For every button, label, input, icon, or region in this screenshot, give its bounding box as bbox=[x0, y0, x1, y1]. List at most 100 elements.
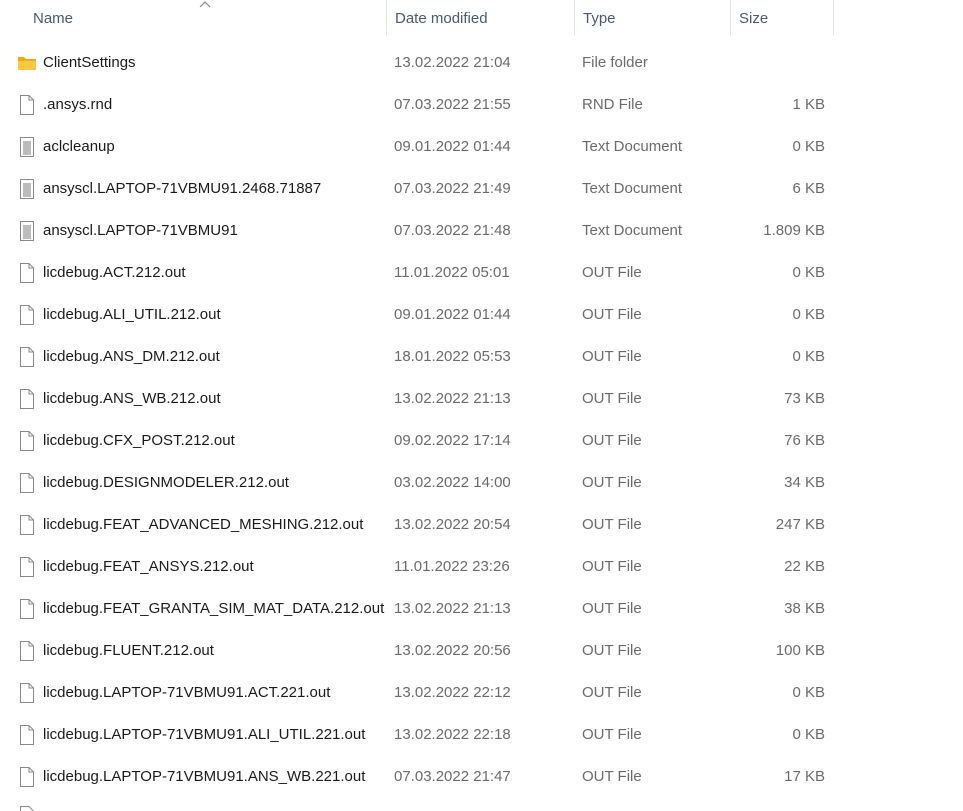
file-name[interactable]: licdebug.LAPTOP-71VBMU91.ACT.221.out bbox=[43, 672, 330, 714]
file-name[interactable]: aclcleanup bbox=[43, 126, 115, 168]
file-name[interactable]: ansyscl.LAPTOP-71VBMU91.2468.71887 bbox=[43, 168, 321, 210]
file-row[interactable]: aclcleanup 09.01.2022 01:44 Text Document 0… bbox=[0, 126, 963, 168]
file-row[interactable]: ansyscl.LAPTOP-71VBMU91.2468.71887 07.03.… bbox=[0, 168, 963, 210]
column-header-type[interactable]: Type bbox=[574, 0, 730, 36]
file-type: OUT File bbox=[582, 768, 642, 785]
file-size: 76 KB bbox=[784, 432, 825, 449]
file-name[interactable]: licdebug.FEAT_GRANTA_SIM_MAT_DATA.212.ou… bbox=[43, 588, 384, 630]
file-name[interactable]: licdebug.CFX_POST.212.out bbox=[43, 420, 235, 462]
file-name[interactable]: licdebug.DESIGNMODELER.212.out bbox=[43, 462, 289, 504]
file-name[interactable]: licdebug.ANS_DM.212.out bbox=[43, 336, 220, 378]
file-row[interactable]: licdebug.FEAT_GRANTA_SIM_MAT_DATA.212.ou… bbox=[0, 588, 963, 630]
file-name[interactable]: licdebug.LAPTOP-71VBMU91.ANS_WB.221.out bbox=[43, 756, 365, 798]
file-row[interactable]: licdebug.ANS_WB.212.out 13.02.2022 21:13 O… bbox=[0, 378, 963, 420]
file-size: 17 KB bbox=[784, 768, 825, 785]
file-date-modified: 07.03.2022 21:55 bbox=[394, 96, 511, 113]
file-icon bbox=[20, 725, 34, 745]
file-icon bbox=[20, 347, 34, 367]
file-type: OUT File bbox=[582, 726, 642, 743]
file-name[interactable]: .ansys.rnd bbox=[43, 84, 112, 126]
file-size: 0 KB bbox=[792, 726, 825, 743]
file-row[interactable]: ansyscl.LAPTOP-71VBMU91 07.03.2022 21:48 T… bbox=[0, 210, 963, 252]
file-size: 0 KB bbox=[792, 348, 825, 365]
file-icon bbox=[20, 305, 34, 325]
file-date-modified: 11.01.2022 05:01 bbox=[394, 264, 510, 281]
file-row[interactable]: ClientSettings 13.02.2022 21:04 File folde… bbox=[0, 42, 963, 84]
file-date-modified: 09.01.2022 01:44 bbox=[394, 138, 511, 155]
file-size: 0 KB bbox=[792, 684, 825, 701]
file-type: RND File bbox=[582, 96, 643, 113]
file-type: File folder bbox=[582, 54, 648, 71]
file-row[interactable]: licdebug.LAPTOP-71VBMU91.ALI_UTIL.221.ou… bbox=[0, 714, 963, 756]
file-name[interactable]: licdebug.FLUENT.212.out bbox=[43, 630, 214, 672]
file-size: 100 KB bbox=[775, 642, 825, 659]
file-row[interactable]: licdebug.FEAT_ADVANCED_MESHING.212.out 13… bbox=[0, 504, 963, 546]
file-icon bbox=[20, 641, 34, 661]
file-row[interactable]: licdebug.CFX_POST.212.out 09.02.2022 17:1… bbox=[0, 420, 963, 462]
file-name[interactable]: ClientSettings bbox=[43, 42, 136, 84]
file-name[interactable]: licdebug.ALI_UTIL.212.out bbox=[43, 294, 221, 336]
text-document-icon bbox=[20, 221, 34, 241]
file-icon bbox=[20, 263, 34, 283]
column-header-name[interactable]: Name bbox=[0, 0, 386, 36]
file-size: 0 KB bbox=[792, 138, 825, 155]
file-row[interactable]: licdebug.FLUENT.212.out 13.02.2022 20:56 O… bbox=[0, 630, 963, 672]
file-date-modified: 09.01.2022 01:44 bbox=[394, 306, 511, 323]
file-size: 0 KB bbox=[792, 306, 825, 323]
file-type: OUT File bbox=[582, 306, 642, 323]
file-size: 1.809 KB bbox=[763, 222, 825, 239]
file-size: 6 KB bbox=[792, 180, 825, 197]
file-row[interactable]: licdebug.FEAT_ANSYS.212.out 11.01.2022 23… bbox=[0, 546, 963, 588]
file-icon bbox=[20, 431, 34, 451]
file-type: OUT File bbox=[582, 432, 642, 449]
file-date-modified: 13.02.2022 22:18 bbox=[394, 726, 511, 743]
file-type: OUT File bbox=[582, 516, 642, 533]
file-name[interactable]: licdebug.LAPTOP-71VBMU91.ALI_UTIL.221.ou… bbox=[43, 714, 365, 756]
file-type: OUT File bbox=[582, 600, 642, 617]
file-size: 34 KB bbox=[784, 474, 825, 491]
file-type: OUT File bbox=[582, 684, 642, 701]
file-size: 22 KB bbox=[784, 558, 825, 575]
file-icon bbox=[20, 95, 34, 115]
file-date-modified: 13.02.2022 20:56 bbox=[394, 642, 511, 659]
file-row[interactable]: licdebug.DESIGNMODELER.212.out 03.02.2022… bbox=[0, 462, 963, 504]
file-type: OUT File bbox=[582, 642, 642, 659]
column-header-date-modified[interactable]: Date modified bbox=[386, 0, 574, 36]
file-name[interactable]: licdebug.FEAT_ANSYS.212.out bbox=[43, 546, 254, 588]
file-date-modified: 13.02.2022 21:13 bbox=[394, 600, 511, 617]
file-type: Text Document bbox=[582, 180, 683, 197]
file-icon bbox=[20, 515, 34, 535]
file-row[interactable]: licdebug.ANS_DM.212.out 18.01.2022 05:53 O… bbox=[0, 336, 963, 378]
file-name[interactable]: ansyscl.LAPTOP-71VBMU91 bbox=[43, 210, 238, 252]
column-header-size[interactable]: Size bbox=[730, 0, 834, 36]
file-icon bbox=[20, 473, 34, 493]
file-date-modified: 09.02.2022 17:14 bbox=[394, 432, 511, 449]
file-row[interactable]: licdebug.LAPTOP-71VBMU91.ANS_WB.221.out 0… bbox=[0, 756, 963, 798]
column-header-bar: Name Date modified Type Size bbox=[0, 0, 963, 40]
file-icon bbox=[20, 389, 34, 409]
file-name[interactable]: licdebug.ANS_WB.212.out bbox=[43, 378, 221, 420]
file-date-modified: 13.02.2022 21:04 bbox=[394, 54, 511, 71]
file-icon bbox=[20, 767, 34, 787]
file-icon bbox=[20, 557, 34, 577]
file-icon bbox=[20, 599, 34, 619]
file-name[interactable]: licdebug.FEAT_ADVANCED_MESHING.212.out bbox=[43, 504, 363, 546]
file-type: OUT File bbox=[582, 390, 642, 407]
file-icon bbox=[20, 806, 34, 811]
file-date-modified: 11.01.2022 23:26 bbox=[394, 558, 510, 575]
file-list: ClientSettings 13.02.2022 21:04 File folde… bbox=[0, 42, 963, 798]
file-row[interactable]: .ansys.rnd 07.03.2022 21:55 RND File 1 KB bbox=[0, 84, 963, 126]
text-document-icon bbox=[20, 137, 34, 157]
text-document-icon bbox=[20, 179, 34, 199]
folder-icon bbox=[18, 57, 36, 70]
file-type: OUT File bbox=[582, 558, 642, 575]
file-date-modified: 07.03.2022 21:49 bbox=[394, 180, 511, 197]
file-size: 38 KB bbox=[784, 600, 825, 617]
file-size: 73 KB bbox=[784, 390, 825, 407]
file-name[interactable]: licdebug.ACT.212.out bbox=[43, 252, 186, 294]
file-date-modified: 07.03.2022 21:48 bbox=[394, 222, 511, 239]
file-row[interactable]: licdebug.ACT.212.out 11.01.2022 05:01 OUT … bbox=[0, 252, 963, 294]
file-row[interactable]: licdebug.ALI_UTIL.212.out 09.01.2022 01:4… bbox=[0, 294, 963, 336]
file-type: Text Document bbox=[582, 222, 683, 239]
file-row[interactable]: licdebug.LAPTOP-71VBMU91.ACT.221.out 13.0… bbox=[0, 672, 963, 714]
